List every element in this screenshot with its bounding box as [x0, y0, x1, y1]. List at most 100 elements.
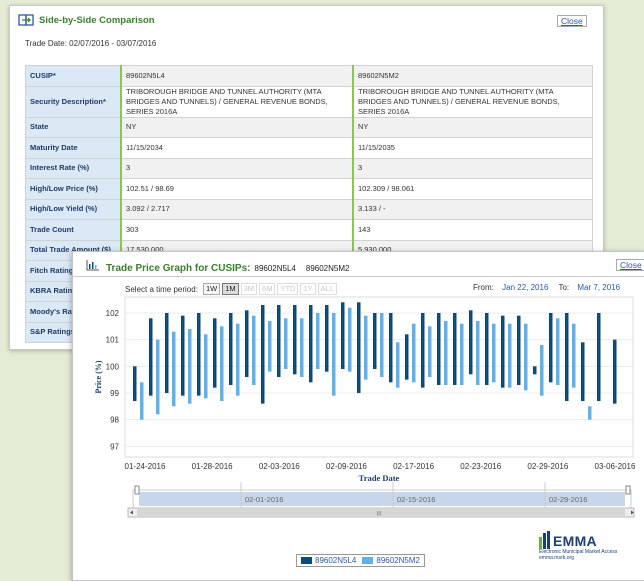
cusip2-value: NY — [352, 116, 593, 138]
navigator-label: 02-29-2016 — [549, 495, 587, 504]
bar-series2 — [508, 323, 512, 388]
bar-series1 — [581, 342, 585, 401]
x-tick-label: 02-17-2016 — [393, 462, 434, 471]
bar-series2 — [316, 313, 320, 369]
bar-series1 — [229, 313, 233, 385]
emma-bars-icon — [539, 531, 550, 549]
cusip2-value: 143 — [352, 219, 593, 241]
bar-series1 — [421, 313, 425, 388]
cusip1-value: NY — [120, 116, 354, 138]
cusip2-value: 3 — [352, 157, 593, 179]
bar-series2 — [156, 339, 160, 415]
row-label: State — [25, 116, 122, 138]
bar-series1 — [549, 313, 553, 383]
cusip2-value: 3.133 / - — [352, 198, 593, 220]
x-axis-label: Trade Date — [359, 473, 400, 483]
bar-series2 — [396, 342, 400, 388]
y-tick-label: 98 — [110, 416, 119, 425]
bar-series2 — [252, 315, 256, 385]
trade-date-range: Trade Date: 02/07/2016 - 03/07/2016 — [25, 39, 157, 48]
row-label: Trade Count — [25, 219, 122, 241]
y-tick-label: 97 — [110, 442, 119, 451]
comparison-row: Maturity Date 11/15/2034 11/15/2035 — [25, 137, 593, 159]
bar-series2 — [444, 321, 448, 385]
bar-series1 — [565, 313, 569, 401]
bar-series1 — [405, 334, 409, 380]
bar-series1 — [261, 305, 265, 404]
x-tick-label: 02-03-2016 — [259, 462, 300, 471]
navigator-label: 02-15-2016 — [397, 495, 435, 504]
legend-swatch-series2 — [362, 557, 374, 564]
bar-series2 — [492, 323, 496, 383]
row-label: CUSIP* — [25, 65, 122, 87]
comparison-row: CUSIP* 89602N5L4 89602N5M2 — [25, 65, 593, 87]
comparison-row: State NY NY — [25, 116, 593, 138]
bar-series2 — [268, 321, 272, 372]
cusip2-value: 11/15/2035 — [352, 137, 593, 159]
bar-series1 — [437, 313, 441, 385]
y-tick-label: 102 — [106, 309, 120, 318]
legend-item-series2[interactable]: 89602N5M2 — [376, 556, 420, 565]
bar-series1 — [501, 315, 505, 388]
cusip2-value: 102.309 / 98.061 — [352, 178, 593, 200]
bar-series1 — [389, 313, 393, 383]
x-tick-label: 02-29-2016 — [527, 462, 568, 471]
bar-series2 — [412, 323, 416, 383]
bar-series2 — [204, 334, 208, 399]
legend-item-series1[interactable]: 89602N5L4 — [315, 556, 356, 565]
cusip2-value: TRIBOROUGH BRIDGE AND TUNNEL AUTHORITY (… — [352, 85, 593, 118]
emma-site: emma.msrb.org — [539, 555, 575, 561]
bar-series1 — [133, 366, 137, 401]
bar-series2 — [300, 318, 304, 377]
bar-series1 — [245, 310, 249, 377]
comparison-row: High/Low Price (%) 102.51 / 98.69 102.309 … — [25, 178, 593, 200]
bar-series2 — [364, 315, 368, 380]
bar-series2 — [220, 326, 224, 401]
bar-series1 — [469, 310, 473, 375]
trade-price-graph-window: Trade Price Graph for CUSIPs: 89602N5L4 … — [72, 251, 644, 581]
cusip1-value: 89602N5L4 — [120, 65, 354, 87]
bar-series2 — [588, 406, 592, 420]
emma-logo: EMMA Electronic Municipal Market Access … — [539, 531, 617, 561]
cusip1-value: 3 — [120, 157, 354, 179]
bar-series2 — [428, 326, 432, 377]
cusip1-value: 3.092 / 2.717 — [120, 198, 354, 220]
comparison-close-button[interactable]: Close — [557, 15, 587, 27]
bar-series1 — [213, 318, 217, 388]
cusip1-value: 303 — [120, 219, 354, 241]
x-tick-label: 02-23-2016 — [460, 462, 501, 471]
bar-series2 — [348, 307, 352, 372]
bar-series2 — [332, 313, 336, 396]
bar-series2 — [140, 382, 144, 420]
comparison-row: Interest Rate (%) 3 3 — [25, 157, 593, 179]
bar-series1 — [325, 305, 329, 372]
bar-series1 — [309, 305, 313, 383]
comparison-row: Trade Count 303 143 — [25, 219, 593, 241]
bar-series2 — [172, 331, 176, 407]
comparison-row: Security Description* TRIBOROUGH BRIDGE A… — [25, 85, 593, 118]
bar-series1 — [373, 313, 377, 369]
comparison-header: Side-by-Side Comparison — [18, 13, 155, 27]
bar-series2 — [380, 313, 384, 377]
bar-series1 — [613, 339, 617, 404]
bar-series1 — [533, 366, 537, 375]
cusip1-value: 102.51 / 98.69 — [120, 178, 354, 200]
bar-series2 — [236, 323, 240, 396]
row-label: Interest Rate (%) — [25, 157, 122, 179]
cusip2-value: 89602N5M2 — [352, 65, 593, 87]
row-label: High/Low Yield (%) — [25, 198, 122, 220]
row-label: High/Low Price (%) — [25, 178, 122, 200]
bar-series2 — [188, 329, 192, 404]
row-label: Security Description* — [25, 85, 122, 118]
bar-series1 — [149, 318, 153, 396]
bar-series1 — [485, 313, 489, 385]
bar-series1 — [357, 302, 361, 393]
bar-series1 — [197, 313, 201, 396]
comparison-row: High/Low Yield (%) 3.092 / 2.717 3.133 / - — [25, 198, 593, 220]
row-label: Maturity Date — [25, 137, 122, 159]
bar-series1 — [517, 315, 521, 385]
scrollbar-grip: III — [376, 512, 381, 518]
bar-series1 — [165, 313, 169, 393]
x-tick-label: 02-09-2016 — [326, 462, 367, 471]
bar-series2 — [556, 318, 560, 385]
